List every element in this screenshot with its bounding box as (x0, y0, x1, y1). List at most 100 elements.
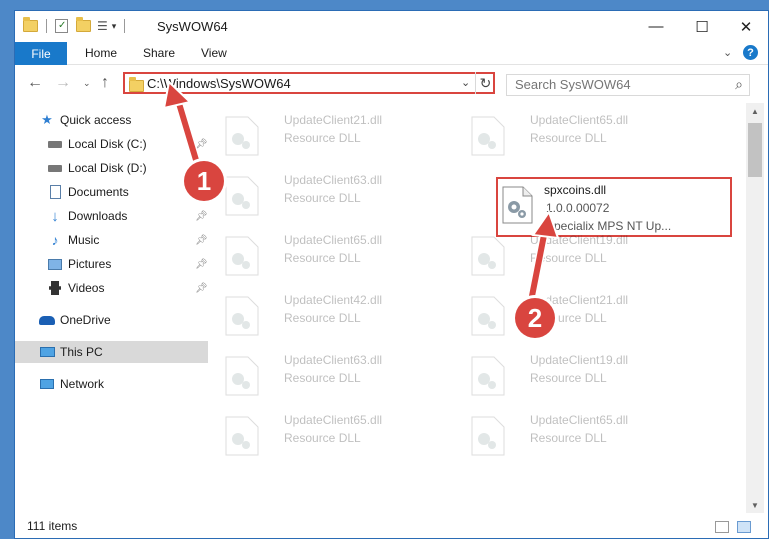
nav-item-network[interactable]: Network (15, 373, 208, 395)
nav-item-downloads[interactable]: ↓ Downloads 📌︎ (15, 205, 208, 227)
pin-icon: 📌︎ (195, 282, 208, 294)
file-list: UpdateClient21.dll Resource DLL UpdateCl… (208, 103, 746, 513)
step-2-badge: 2 (515, 298, 555, 338)
forward-arrow-icon[interactable]: → (55, 74, 71, 92)
back-arrow-icon[interactable]: ← (27, 74, 43, 92)
nav-label: OneDrive (60, 313, 111, 327)
file-type: Resource DLL (530, 431, 607, 445)
dll-file-icon (468, 415, 506, 457)
close-button[interactable]: ✕ (723, 11, 768, 42)
pin-icon: 📌︎ (195, 258, 208, 270)
nav-label: Documents (68, 185, 129, 199)
refresh-icon[interactable]: ↻ (475, 72, 495, 94)
search-icon[interactable]: ⌕ (735, 76, 743, 93)
divider (124, 19, 126, 33)
nav-label: This PC (60, 345, 103, 359)
nav-item-onedrive[interactable]: OneDrive (15, 309, 208, 331)
file-item[interactable]: UpdateClient65.dll Resource DLL (208, 227, 448, 281)
file-item[interactable]: UpdateClient42.dll Resource DLL (208, 287, 448, 341)
nav-item-quick-access[interactable]: ★ Quick access (15, 109, 208, 131)
address-path[interactable]: C:\Windows\SysWOW64 (147, 76, 291, 91)
file-item[interactable]: UpdateClient63.dll Resource DLL (208, 347, 448, 401)
nav-item-music[interactable]: ♪ Music 📌︎ (15, 229, 208, 251)
address-dropdown-icon[interactable]: ⌄ (461, 76, 470, 89)
scroll-thumb[interactable] (748, 123, 762, 177)
computer-icon (39, 344, 55, 360)
new-folder-icon[interactable] (76, 17, 91, 32)
download-icon: ↓ (51, 207, 59, 225)
dll-file-icon (222, 175, 260, 217)
file-type: Resource DLL (284, 131, 361, 145)
file-name: UpdateClient65.dll (530, 413, 629, 427)
address-bar[interactable]: C:\Windows\SysWOW64 ⌄ ↻ (123, 72, 495, 94)
file-name: UpdateClient65.dll (284, 233, 383, 247)
dll-file-icon (222, 115, 260, 157)
folder-icon (129, 77, 144, 92)
nav-item-local-disk-c[interactable]: Local Disk (C:) 📌︎ (15, 133, 208, 155)
drive-icon (47, 136, 63, 152)
title-bar: ✓ ☰ ▾ SysWOW64 — ☐ ✕ (15, 11, 768, 42)
tab-file[interactable]: File (15, 42, 67, 65)
file-version: 1.0.0.00072 (546, 201, 610, 215)
file-item[interactable]: UpdateClient19.dll Resource DLL (454, 227, 694, 281)
file-item[interactable]: UpdateClient19.dll Resource DLL (454, 347, 694, 401)
view-list-icon[interactable]: ☰ (97, 19, 108, 33)
file-name: UpdateClient65.dll (530, 113, 629, 127)
quick-access-toolbar: ✓ ☰ ▾ (23, 17, 126, 35)
pin-icon: 📌︎ (195, 138, 208, 150)
nav-item-documents[interactable]: Documents 📌︎ (15, 181, 208, 203)
file-type: Resource DLL (284, 191, 361, 205)
network-icon (39, 376, 55, 392)
recent-locations-icon[interactable]: ⌄ (83, 78, 91, 89)
dll-file-icon (468, 115, 506, 157)
file-name: UpdateClient19.dll (530, 353, 629, 367)
customize-toolbar-icon[interactable]: ▾ (112, 21, 117, 32)
star-icon: ★ (41, 112, 53, 127)
navigation-pane: ★ Quick access Local Disk (C:) 📌︎ Local … (15, 103, 208, 513)
minimize-button[interactable]: — (633, 11, 679, 42)
documents-icon (47, 184, 63, 200)
properties-icon[interactable]: ✓ (55, 19, 68, 33)
tab-view[interactable]: View (201, 46, 227, 60)
maximize-button[interactable]: ☐ (679, 11, 725, 42)
tab-home[interactable]: Home (85, 46, 117, 60)
file-item[interactable]: UpdateClient21.dll Resource DLL (208, 107, 448, 161)
ribbon: File Home Share View ⌄ ? (15, 42, 768, 65)
file-name: UpdateClient63.dll (284, 353, 383, 367)
file-name: UpdateClient42.dll (284, 293, 383, 307)
file-item[interactable]: UpdateClient65.dll Resource DLL (454, 407, 694, 461)
search-box[interactable]: ⌕ (506, 74, 750, 96)
scroll-up-icon[interactable]: ▲ (746, 103, 764, 119)
nav-label: Music (68, 233, 100, 247)
file-item[interactable]: UpdateClient65.dll Resource DLL (208, 407, 448, 461)
nav-item-this-pc[interactable]: This PC (15, 341, 208, 363)
nav-label: Pictures (68, 257, 112, 271)
dll-file-icon (222, 235, 260, 277)
nav-item-videos[interactable]: Videos 📌︎ (15, 277, 208, 299)
up-arrow-icon[interactable]: ↑ (101, 74, 109, 92)
explorer-window: ✓ ☰ ▾ SysWOW64 — ☐ ✕ File Home Share Vie… (14, 10, 769, 539)
divider (46, 19, 47, 33)
file-name: UpdateClient65.dll (284, 413, 383, 427)
nav-item-local-disk-d[interactable]: Local Disk (D:) 📌︎ (15, 157, 208, 179)
file-item[interactable]: UpdateClient63.dll Resource DLL (208, 167, 448, 221)
large-icons-view-icon[interactable] (737, 521, 751, 533)
help-icon[interactable]: ? (743, 45, 758, 60)
file-type: Resource DLL (284, 311, 361, 325)
dll-file-icon (222, 355, 260, 397)
item-count: 111 items (27, 519, 78, 533)
file-item[interactable]: UpdateClient21.dll Resource DLL (454, 287, 694, 341)
dll-file-icon (222, 415, 260, 457)
nav-label: Network (60, 377, 105, 391)
details-view-icon[interactable] (715, 521, 729, 533)
file-item[interactable]: UpdateClient65.dll Resource DLL (454, 107, 694, 161)
file-type: Resource DLL (530, 371, 607, 385)
nav-item-pictures[interactable]: Pictures 📌︎ (15, 253, 208, 275)
dll-file-icon (222, 295, 260, 337)
chevron-down-icon[interactable]: ⌄ (723, 46, 732, 59)
search-input[interactable] (515, 77, 715, 92)
tab-share[interactable]: Share (143, 46, 175, 60)
file-type: Resource DLL (284, 251, 361, 265)
pin-icon: 📌︎ (195, 234, 208, 246)
vertical-scrollbar[interactable]: ▲ ▼ (746, 103, 764, 513)
